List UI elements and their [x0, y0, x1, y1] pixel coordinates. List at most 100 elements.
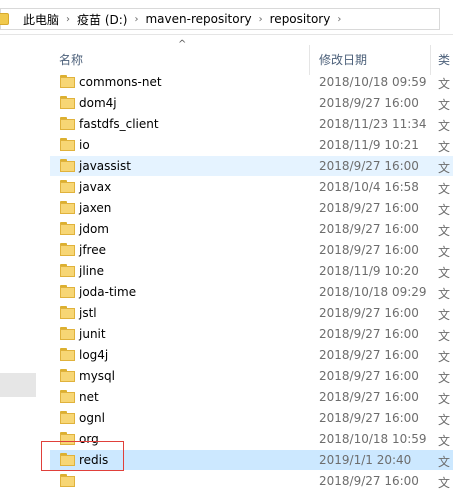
folder-icon [60, 306, 75, 319]
file-row-item-19[interactable]: 2018/9/27 16:00 文 [50, 471, 453, 491]
file-row-javassist[interactable]: javassist 2018/9/27 16:00 文 [50, 156, 453, 176]
file-name: fastdfs_client [79, 117, 159, 131]
file-row-fastdfs_client[interactable]: fastdfs_client 2018/11/23 11:34 文 [50, 114, 453, 134]
folder-icon [60, 96, 75, 109]
file-name: jline [79, 264, 104, 278]
file-modified-date: 2018/9/27 16:00 [319, 96, 419, 110]
file-type: 文 [438, 371, 451, 385]
folder-icon [60, 201, 75, 214]
file-modified-date: 2018/11/9 10:20 [319, 264, 419, 278]
file-row-log4j[interactable]: log4j 2018/9/27 16:00 文 [50, 345, 453, 365]
file-name: javax [79, 180, 112, 194]
file-name: commons-net [79, 75, 162, 89]
folder-icon [60, 474, 75, 487]
file-type: 文 [438, 287, 451, 301]
file-name: dom4j [79, 96, 117, 110]
file-type: 文 [438, 119, 451, 133]
breadcrumb-label: 此电脑 [23, 12, 60, 27]
chevron-right-icon[interactable]: › [337, 14, 341, 25]
file-type: 文 [438, 182, 451, 196]
file-modified-date: 2018/9/27 16:00 [319, 222, 419, 236]
column-header-name[interactable]: 名称 [59, 51, 83, 68]
chevron-right-icon[interactable]: › [259, 14, 263, 25]
file-name: joda-time [79, 285, 137, 299]
file-modified-date: 2018/11/23 11:34 [319, 117, 427, 131]
file-row-jfree[interactable]: jfree 2018/9/27 16:00 文 [50, 240, 453, 260]
column-header-type[interactable]: 类 [438, 51, 450, 68]
file-row-jline[interactable]: jline 2018/11/9 10:20 文 [50, 261, 453, 281]
file-row-junit[interactable]: junit 2018/9/27 16:00 文 [50, 324, 453, 344]
file-name: log4j [79, 348, 109, 362]
file-modified-date: 2018/9/27 16:00 [319, 411, 419, 425]
column-divider[interactable] [430, 45, 431, 75]
file-name: junit [79, 327, 106, 341]
folder-icon [60, 159, 75, 172]
file-name: ognl [79, 411, 105, 425]
folder-icon [60, 243, 75, 256]
column-divider[interactable] [309, 45, 310, 75]
sort-ascending-icon: ^ [178, 39, 187, 50]
file-modified-date: 2018/9/27 16:00 [319, 369, 419, 383]
file-modified-date: 2018/9/27 16:00 [319, 201, 419, 215]
file-row-mysql[interactable]: mysql 2018/9/27 16:00 文 [50, 366, 453, 386]
file-type: 文 [438, 203, 451, 217]
breadcrumb-this-pc[interactable]: 此电脑 › [23, 11, 77, 28]
file-name: net [79, 390, 99, 404]
file-modified-date: 2018/9/27 16:00 [319, 159, 419, 173]
folder-icon [60, 138, 75, 151]
file-type: 文 [438, 329, 451, 343]
file-modified-date: 2018/9/27 16:00 [319, 306, 419, 320]
navigation-selected-item[interactable] [0, 373, 36, 397]
chevron-right-icon[interactable]: › [66, 14, 70, 25]
folder-icon [60, 117, 75, 130]
file-modified-date: 2018/9/27 16:00 [319, 390, 419, 404]
highlight-box [41, 441, 124, 471]
file-modified-date: 2018/9/27 16:00 [319, 243, 419, 257]
folder-icon [60, 327, 75, 340]
file-row-jstl[interactable]: jstl 2018/9/27 16:00 文 [50, 303, 453, 323]
breadcrumb-label: repository [269, 12, 331, 26]
file-type: 文 [438, 77, 451, 91]
folder-icon [60, 348, 75, 361]
column-header-date[interactable]: 修改日期 [319, 51, 367, 68]
breadcrumb[interactable]: 此电脑 › 疫苗 (D:) › maven-repository › repos… [0, 8, 440, 30]
chevron-right-icon[interactable]: › [134, 14, 138, 25]
column-header: ^ 名称 修改日期 类 [41, 35, 453, 75]
file-name: jfree [79, 243, 106, 257]
folder-icon [60, 285, 75, 298]
breadcrumb-label: maven-repository [145, 12, 252, 26]
file-type: 文 [438, 350, 451, 364]
file-name: jstl [79, 306, 97, 320]
file-modified-date: 2018/9/27 16:00 [319, 474, 419, 488]
file-row-jaxen[interactable]: jaxen 2018/9/27 16:00 文 [50, 198, 453, 218]
file-row-jdom[interactable]: jdom 2018/9/27 16:00 文 [50, 219, 453, 239]
file-type: 文 [438, 308, 451, 322]
folder-icon [60, 411, 75, 424]
file-row-ognl[interactable]: ognl 2018/9/27 16:00 文 [50, 408, 453, 428]
file-name: jdom [79, 222, 109, 236]
file-modified-date: 2018/9/27 16:00 [319, 327, 419, 341]
breadcrumb-repository[interactable]: repository › [270, 12, 349, 26]
file-modified-date: 2018/10/18 10:59 [319, 432, 427, 446]
file-row-io[interactable]: io 2018/11/9 10:21 文 [50, 135, 453, 155]
file-name: javassist [79, 159, 131, 173]
breadcrumb-label: 疫苗 (D:) [77, 12, 128, 27]
file-row-javax[interactable]: javax 2018/10/4 16:58 文 [50, 177, 453, 197]
folder-icon [60, 390, 75, 403]
file-type: 文 [438, 455, 451, 469]
file-row-joda-time[interactable]: joda-time 2018/10/18 09:29 文 [50, 282, 453, 302]
file-modified-date: 2019/1/1 20:40 [319, 453, 412, 467]
folder-icon [60, 75, 75, 88]
file-row-commons-net[interactable]: commons-net 2018/10/18 09:59 文 [50, 72, 453, 92]
file-type: 文 [438, 392, 451, 406]
breadcrumb-maven-repository[interactable]: maven-repository › [145, 12, 269, 26]
file-type: 文 [438, 98, 451, 112]
file-row-dom4j[interactable]: dom4j 2018/9/27 16:00 文 [50, 93, 453, 113]
navigation-pane[interactable] [0, 35, 41, 480]
folder-icon [60, 369, 75, 382]
file-row-net[interactable]: net 2018/9/27 16:00 文 [50, 387, 453, 407]
breadcrumb-drive-d[interactable]: 疫苗 (D:) › [77, 11, 145, 28]
file-name: jaxen [79, 201, 112, 215]
file-type: 文 [438, 413, 451, 427]
file-modified-date: 2018/10/4 16:58 [319, 180, 419, 194]
